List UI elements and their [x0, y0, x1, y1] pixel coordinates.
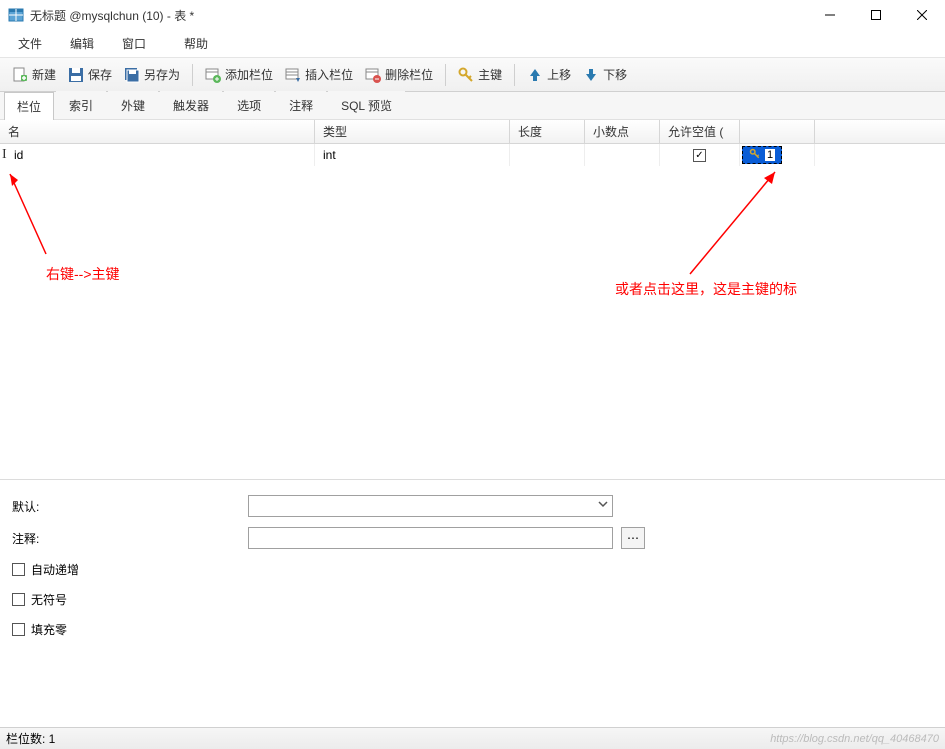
autoinc-checkbox[interactable] [12, 563, 25, 576]
table-icon [8, 7, 24, 23]
tab-foreign-key[interactable]: 外键 [108, 91, 158, 119]
toolbar: 新建 保存 另存为 添加栏位 插入栏位 删除栏位 主键 上移 下移 [0, 58, 945, 92]
close-button[interactable] [899, 0, 945, 30]
add-field-button[interactable]: 添加栏位 [199, 62, 279, 87]
key-icon [458, 67, 474, 83]
column-headers: 名 类型 长度 小数点 允许空值 ( [0, 120, 945, 144]
col-pk-header[interactable] [740, 120, 815, 143]
save-button[interactable]: 保存 [62, 62, 118, 87]
status-bar: 栏位数: 1 https://blog.csdn.net/qq_40468470 [0, 727, 945, 749]
arrow-up-icon [527, 67, 543, 83]
delete-field-button[interactable]: 删除栏位 [359, 62, 439, 87]
chevron-down-icon[interactable] [597, 498, 609, 513]
insert-field-icon [285, 67, 301, 83]
annotation-arrow-right [0, 144, 945, 480]
saveas-icon [124, 67, 140, 83]
tab-sql-preview[interactable]: SQL 预览 [328, 91, 405, 119]
col-type-header[interactable]: 类型 [315, 120, 510, 143]
key-icon [749, 148, 761, 163]
field-grid[interactable]: I id int 1 右键-->主键 或者点击这里，这是主键的标 [0, 144, 945, 480]
arrow-down-icon [583, 67, 599, 83]
maximize-button[interactable] [853, 0, 899, 30]
table-row[interactable]: id int 1 [0, 144, 945, 166]
cell-length[interactable] [510, 144, 585, 166]
cell-name[interactable]: id [0, 144, 315, 166]
save-icon [68, 67, 84, 83]
default-label: 默认: [10, 498, 240, 515]
menu-file[interactable]: 文件 [4, 31, 56, 56]
toolbar-separator [445, 64, 446, 86]
primary-key-button[interactable]: 主键 [452, 62, 508, 87]
watermark-text: https://blog.csdn.net/qq_40468470 [770, 733, 939, 745]
minimize-button[interactable] [807, 0, 853, 30]
primary-key-indicator[interactable]: 1 [742, 146, 782, 164]
text-cursor-icon: I [2, 147, 7, 163]
menu-bar: 文件 编辑 窗口 帮助 [0, 30, 945, 58]
default-select[interactable] [248, 495, 613, 517]
comment-more-button[interactable]: ⋯ [621, 527, 645, 549]
comment-input[interactable] [248, 527, 613, 549]
unsigned-label: 无符号 [31, 591, 67, 608]
tab-option[interactable]: 选项 [224, 91, 274, 119]
tab-strip: 栏位 索引 外键 触发器 选项 注释 SQL 预览 [0, 92, 945, 120]
add-field-icon [205, 67, 221, 83]
unsigned-checkbox[interactable] [12, 593, 25, 606]
cell-nullable[interactable] [660, 144, 740, 166]
annotation-arrow-left [0, 144, 945, 480]
tab-trigger[interactable]: 触发器 [160, 91, 222, 119]
toolbar-separator [514, 64, 515, 86]
field-count-status: 栏位数: 1 [6, 730, 55, 747]
ellipsis-icon: ⋯ [627, 531, 639, 545]
toolbar-separator [192, 64, 193, 86]
move-up-button[interactable]: 上移 [521, 62, 577, 87]
new-button[interactable]: 新建 [6, 62, 62, 87]
annotation-left-note: 右键-->主键 [46, 264, 120, 284]
tab-comment[interactable]: 注释 [276, 91, 326, 119]
insert-field-button[interactable]: 插入栏位 [279, 62, 359, 87]
zerofill-label: 填充零 [31, 621, 67, 638]
tab-fields[interactable]: 栏位 [4, 92, 54, 120]
col-name-header[interactable]: 名 [0, 120, 315, 143]
title-bar: 无标题 @mysqlchun (10) - 表 * [0, 0, 945, 30]
col-decimal-header[interactable]: 小数点 [585, 120, 660, 143]
cell-type[interactable]: int [315, 144, 510, 166]
comment-label: 注释: [10, 530, 240, 547]
annotation-right-note: 或者点击这里，这是主键的标 [615, 279, 797, 299]
col-length-header[interactable]: 长度 [510, 120, 585, 143]
move-down-button[interactable]: 下移 [577, 62, 633, 87]
cell-decimal[interactable] [585, 144, 660, 166]
window-controls [807, 0, 945, 30]
property-panel: 默认: 注释: ⋯ 自动递增 无符号 填充零 [0, 480, 945, 654]
menu-help[interactable]: 帮助 [170, 31, 222, 56]
col-nullable-header[interactable]: 允许空值 ( [660, 120, 740, 143]
new-icon [12, 67, 28, 83]
zerofill-checkbox[interactable] [12, 623, 25, 636]
tab-index[interactable]: 索引 [56, 91, 106, 119]
menu-window[interactable]: 窗口 [108, 31, 160, 56]
window-title: 无标题 @mysqlchun (10) - 表 * [30, 7, 194, 24]
autoinc-label: 自动递增 [31, 561, 79, 578]
saveas-button[interactable]: 另存为 [118, 62, 186, 87]
nullable-checkbox[interactable] [693, 149, 706, 162]
cell-primary-key[interactable]: 1 [740, 144, 815, 166]
menu-edit[interactable]: 编辑 [56, 31, 108, 56]
delete-field-icon [365, 67, 381, 83]
